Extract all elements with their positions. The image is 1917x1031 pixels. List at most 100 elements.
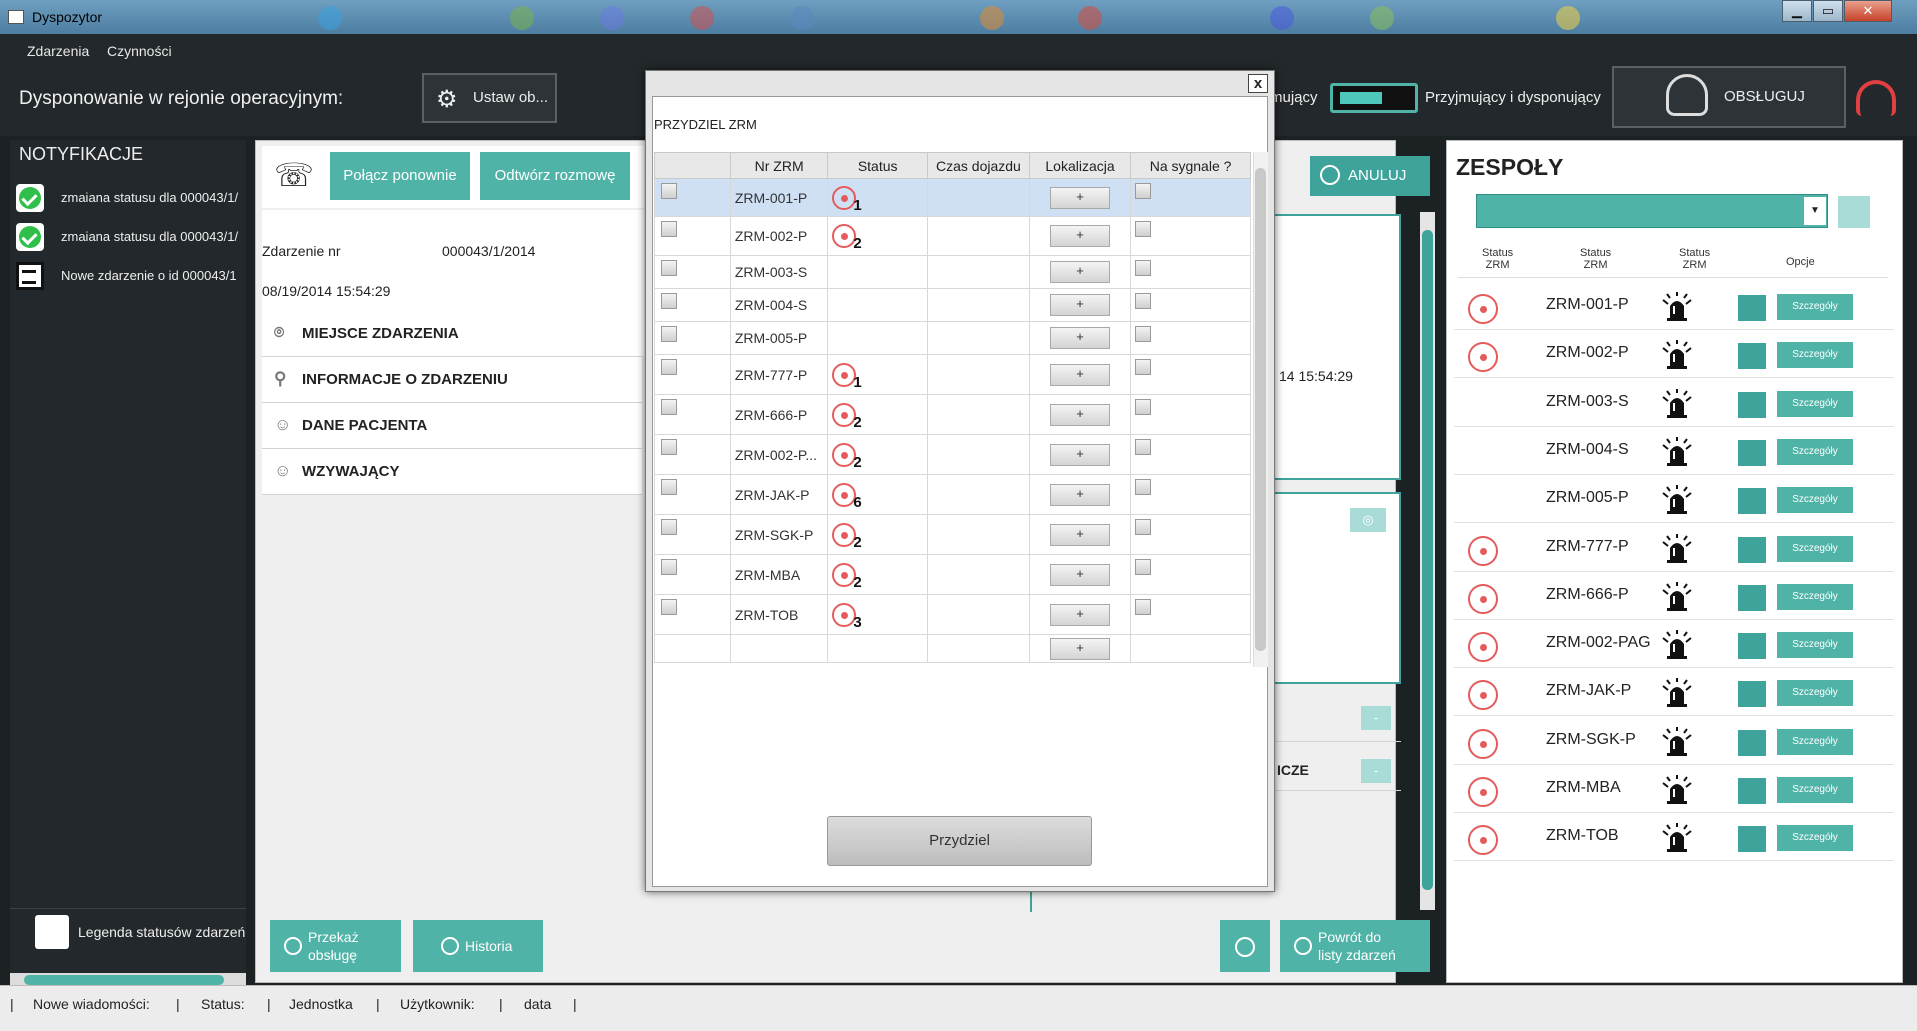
notification-item[interactable]: Nowe zdarzenie o id 000043/1 (12, 258, 248, 294)
team-action-button[interactable] (1738, 391, 1766, 418)
team-row[interactable]: ZRM-002-P Szczegóły (1454, 330, 1894, 379)
back-to-list-button[interactable]: Powrót do listy zdarzeń (1280, 920, 1430, 972)
team-row[interactable]: ZRM-002-PAG Szczegóły (1454, 620, 1894, 669)
location-add-button[interactable]: + (1050, 363, 1110, 386)
location-add-button[interactable]: + (1050, 186, 1110, 209)
details-button[interactable]: Szczegóły (1777, 535, 1853, 562)
location-add-button[interactable]: + (1050, 603, 1110, 626)
teams-filter-button[interactable] (1838, 196, 1870, 228)
row-checkbox[interactable] (661, 559, 677, 575)
details-button[interactable]: Szczegóły (1777, 632, 1853, 659)
row-checkbox[interactable] (661, 260, 677, 276)
team-action-button[interactable] (1738, 778, 1766, 804)
on-signal-checkbox[interactable] (1135, 293, 1152, 309)
on-signal-checkbox[interactable] (1135, 519, 1152, 535)
team-row[interactable]: ZRM-777-P Szczegóły (1454, 524, 1894, 572)
set-region-button[interactable]: ⚙ Ustaw ob... (422, 73, 557, 123)
menu-zdarzenia[interactable]: Zdarzenia (27, 43, 89, 59)
mode-toggle[interactable] (1330, 83, 1418, 113)
zrm-table-row[interactable]: ZRM-002-P 2 + (654, 216, 1251, 256)
team-row[interactable]: ZRM-001-P Szczegóły (1454, 282, 1894, 330)
team-row[interactable]: ZRM-JAK-P Szczegóły (1454, 668, 1894, 717)
dialog-close-button[interactable]: x (1248, 74, 1268, 93)
headset-icon[interactable] (1856, 80, 1896, 116)
on-signal-checkbox[interactable] (1135, 221, 1152, 237)
team-action-button[interactable] (1738, 295, 1766, 321)
section-dane-pacjenta[interactable]: ☺ DANE PACJENTA (262, 403, 642, 449)
team-action-button[interactable] (1738, 439, 1766, 466)
section-informacje[interactable]: ⚲ INFORMACJE O ZDARZENIU (262, 357, 642, 403)
serve-button[interactable]: OBSŁUGUJ (1612, 66, 1846, 128)
row-checkbox[interactable] (661, 399, 677, 415)
on-signal-checkbox[interactable] (1135, 183, 1152, 199)
zrm-table-row[interactable]: ZRM-SGK-P 2 + (654, 514, 1251, 555)
location-add-button[interactable]: + (1050, 637, 1110, 660)
teams-filter-dropdown[interactable]: ▼ (1476, 194, 1828, 228)
zrm-table-row[interactable]: ZRM-001-P 1 + (654, 178, 1251, 217)
team-row[interactable]: ZRM-TOB Szczegóły (1454, 813, 1894, 862)
team-row[interactable]: ZRM-666-P Szczegóły (1454, 572, 1894, 620)
vertical-scrollbar[interactable] (1420, 212, 1435, 910)
team-action-button[interactable] (1738, 488, 1766, 515)
section-wzywajacy[interactable]: ☺ WZYWAJĄCY (262, 449, 642, 495)
team-action-button[interactable] (1738, 584, 1766, 611)
location-add-button[interactable]: + (1050, 563, 1110, 586)
team-row[interactable]: ZRM-SGK-P Szczegóły (1454, 717, 1894, 765)
details-button[interactable]: Szczegóły (1777, 438, 1853, 465)
location-add-button[interactable]: + (1050, 294, 1110, 316)
scroll-thumb[interactable] (24, 975, 224, 985)
collapse-button[interactable]: - (1361, 759, 1391, 783)
team-action-button[interactable] (1738, 681, 1766, 708)
details-button[interactable]: Szczegóły (1777, 294, 1853, 320)
menu-czynnosci[interactable]: Czynności (107, 43, 172, 59)
assign-button[interactable]: Przydziel (827, 816, 1092, 866)
team-row[interactable]: ZRM-003-S Szczegóły (1454, 379, 1894, 427)
zrm-table-row[interactable]: ZRM-TOB 3 + (654, 594, 1251, 635)
location-add-button[interactable]: + (1050, 261, 1110, 283)
zrm-table-row[interactable]: ZRM-777-P 1 + (654, 354, 1251, 395)
collapse-button[interactable]: - (1361, 706, 1391, 730)
section-miejsce-zdarzenia[interactable]: ⌾ MIEJSCE ZDARZENIA (262, 311, 642, 357)
on-signal-checkbox[interactable] (1135, 559, 1152, 575)
zrm-table-row[interactable]: ZRM-003-S + (654, 255, 1251, 289)
team-action-button[interactable] (1738, 536, 1766, 563)
location-add-button[interactable]: + (1050, 443, 1110, 466)
zrm-table-row[interactable]: ZRM-002-P... 2 + (654, 434, 1251, 475)
on-signal-checkbox[interactable] (1135, 439, 1152, 455)
row-checkbox[interactable] (661, 293, 677, 309)
close-button[interactable]: ✕ (1844, 0, 1892, 22)
team-action-button[interactable] (1738, 633, 1766, 660)
row-checkbox[interactable] (661, 359, 677, 375)
zrm-table-row[interactable]: ZRM-004-S + (654, 288, 1251, 322)
team-action-button[interactable] (1738, 343, 1766, 370)
on-signal-checkbox[interactable] (1135, 399, 1152, 415)
team-row[interactable]: ZRM-005-P Szczegóły (1454, 475, 1894, 524)
location-add-button[interactable]: + (1050, 483, 1110, 506)
team-action-button[interactable] (1738, 729, 1766, 756)
row-checkbox[interactable] (661, 599, 677, 615)
notification-item[interactable]: zmaiana statusu dla 000043/1/ (12, 180, 248, 216)
team-action-button[interactable] (1738, 826, 1766, 853)
location-add-button[interactable]: + (1050, 523, 1110, 546)
details-button[interactable]: Szczegóły (1777, 390, 1853, 417)
row-checkbox[interactable] (661, 439, 677, 455)
details-button[interactable]: Szczegóły (1777, 342, 1853, 369)
on-signal-checkbox[interactable] (1135, 260, 1152, 276)
details-button[interactable]: Szczegóły (1777, 487, 1853, 514)
on-signal-checkbox[interactable] (1135, 599, 1152, 615)
zrm-table-row[interactable]: ZRM-JAK-P 6 + (654, 474, 1251, 515)
row-checkbox[interactable] (661, 221, 677, 237)
target-icon[interactable]: ◎ (1350, 508, 1386, 532)
details-button[interactable]: Szczegóły (1777, 728, 1853, 755)
team-row[interactable]: ZRM-004-S Szczegóły (1454, 427, 1894, 475)
user-button[interactable] (1220, 920, 1270, 972)
location-add-button[interactable]: + (1050, 403, 1110, 426)
minimize-button[interactable]: ▁ (1782, 0, 1812, 22)
location-add-button[interactable]: + (1050, 327, 1110, 349)
row-checkbox[interactable] (661, 519, 677, 535)
row-checkbox[interactable] (661, 183, 677, 199)
zrm-table-row[interactable]: ZRM-666-P 2 + (654, 394, 1251, 435)
maximize-button[interactable]: ▭ (1813, 0, 1843, 22)
zrm-table-row[interactable]: ZRM-005-P + (654, 321, 1251, 355)
on-signal-checkbox[interactable] (1135, 326, 1152, 342)
